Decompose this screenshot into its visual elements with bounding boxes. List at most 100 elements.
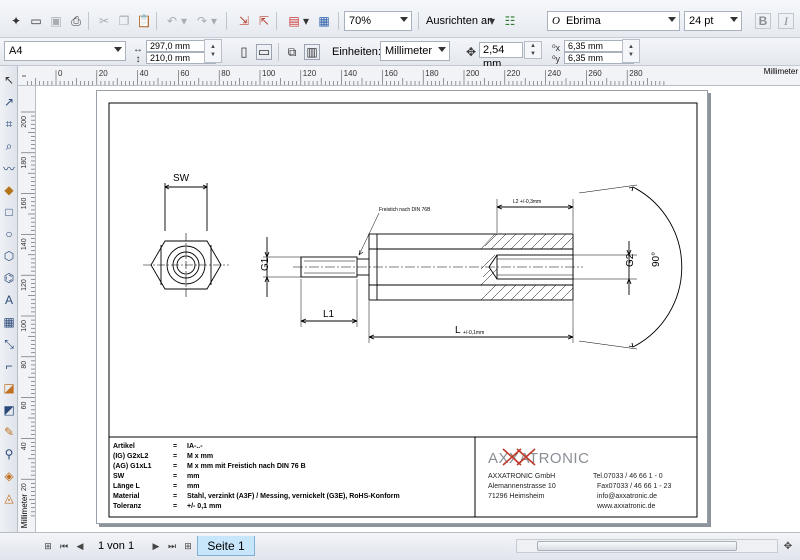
separator <box>278 43 279 61</box>
ruler-tick-label: 40 <box>140 69 149 78</box>
title-block[interactable]: Artikel = IA-..- (IG) G2xL2 = M x mm (AG… <box>109 436 697 517</box>
page-navigator: ⊞ ⏮ ◀ 1 von 1 ▶ ⏭ ⊞ Seite 1 ✥ <box>0 532 800 560</box>
ruler-tick-label: 120 <box>21 279 28 291</box>
title-row-eq: = <box>173 453 177 460</box>
last-page-icon[interactable]: ⏭ <box>166 539 178 553</box>
nudge-spinner[interactable]: ▲ ▼ <box>524 41 542 59</box>
pick-tool-icon[interactable]: ↖ <box>2 72 16 88</box>
basic-shapes-icon[interactable]: ⌬ <box>2 270 16 286</box>
ruler-tick-label: 180 <box>425 69 439 78</box>
title-row-value: M x mm <box>187 453 213 460</box>
duplicate-spinner[interactable]: ▲ ▼ <box>622 39 640 63</box>
ellipse-tool-icon[interactable]: ○ <box>2 226 16 242</box>
current-page-icon[interactable]: ▥ <box>304 44 320 60</box>
zoom-level-select[interactable]: 70% <box>344 11 412 31</box>
hex-nut-view[interactable] <box>143 183 229 299</box>
label-l1: L1 <box>323 309 335 320</box>
document-page[interactable]: SW G1 L1 L +/-0,1mm L2 +/-0,3mm Freistic… <box>96 90 708 524</box>
scrollbar-thumb[interactable] <box>537 541 737 551</box>
polygon-tool-icon[interactable]: ⬡ <box>2 248 16 264</box>
vertical-ruler-scale: 200 180 160 140 120 100 80 60 40 20 <box>21 111 35 517</box>
shape-tool-icon[interactable]: ↗ <box>2 94 16 110</box>
fill-tool-icon[interactable]: ◈ <box>2 468 16 484</box>
print-icon[interactable]: ⎙ <box>68 13 84 29</box>
ruler-tick-label: 0 <box>58 69 63 78</box>
cut-icon[interactable]: ✂ <box>96 13 112 29</box>
title-row-eq: = <box>173 473 177 480</box>
smart-fill-icon[interactable]: ◆ <box>2 182 16 198</box>
bold-button[interactable]: B <box>755 13 771 29</box>
options-icon[interactable]: ☷ <box>502 13 518 29</box>
ruler-tick-label: 60 <box>180 69 189 78</box>
outline-tool-icon[interactable]: ⚲ <box>2 446 16 462</box>
previous-page-icon[interactable]: ◀ <box>74 539 86 553</box>
text-tool-icon[interactable]: A <box>2 292 16 308</box>
publish-pdf-icon[interactable]: ▤ <box>286 13 302 29</box>
zoom-tool-icon[interactable]: ⌕ <box>2 138 16 154</box>
interactive-fill-icon[interactable]: ◬ <box>2 490 16 506</box>
units-label: Einheiten: <box>332 46 381 58</box>
title-row-eq: = <box>173 493 177 500</box>
undo-icon[interactable]: ↶ <box>164 13 180 29</box>
landscape-icon[interactable]: ▭ <box>256 44 272 60</box>
title-row-key: Toleranz <box>113 503 142 510</box>
eyedropper-tool-icon[interactable]: ✎ <box>2 424 16 440</box>
connector-tool-icon[interactable]: ⌐ <box>2 358 16 374</box>
transparency-tool-icon[interactable]: ◩ <box>2 402 16 418</box>
vertical-ruler[interactable]: 200 180 160 140 120 100 80 60 40 20 Millimeter <box>18 86 36 532</box>
freehand-tool-icon[interactable]: 〰 <box>2 160 16 176</box>
font-family-select[interactable]: O Ebrima <box>547 11 680 31</box>
navigator-icon[interactable]: ✥ <box>782 539 794 553</box>
nudge-distance-input[interactable]: 2,54 mm <box>479 42 523 70</box>
undo-dropdown-icon[interactable]: ▾ <box>180 13 188 29</box>
crop-tool-icon[interactable]: ⌗ <box>2 116 16 132</box>
export-icon[interactable]: ⇱ <box>256 13 272 29</box>
align-snap-label[interactable]: Ausrichten an <box>426 15 493 27</box>
page-size-select[interactable]: A4 <box>4 41 126 61</box>
snap-dropdown-icon[interactable]: ▾ <box>488 13 496 29</box>
title-row-value: +/- 0,1 mm <box>187 503 221 510</box>
rectangle-tool-icon[interactable]: □ <box>2 204 16 220</box>
ruler-tick-label: 100 <box>262 69 276 78</box>
publish-dropdown-icon[interactable]: ▾ <box>302 13 310 29</box>
title-row-eq: = <box>173 443 177 450</box>
next-page-icon[interactable]: ▶ <box>150 539 162 553</box>
application-launcher-icon[interactable]: ▦ <box>316 13 332 29</box>
size-spinner[interactable]: ▲ ▼ <box>204 39 222 63</box>
title-row-key: Material <box>113 493 140 500</box>
new-document-icon[interactable]: ✦ <box>8 13 24 29</box>
redo-icon[interactable]: ↷ <box>194 13 210 29</box>
ruler-tick-label: 260 <box>588 69 602 78</box>
copy-icon[interactable]: ❐ <box>116 13 132 29</box>
redo-dropdown-icon[interactable]: ▾ <box>210 13 218 29</box>
ruler-tick-label: 100 <box>21 320 28 332</box>
ruler-tick-label: 20 <box>99 69 108 78</box>
horizontal-ruler[interactable]: 2002040608010012014016018020022024026028… <box>26 66 800 86</box>
all-pages-icon[interactable]: ⧉ <box>284 44 300 60</box>
ruler-tick-label: 140 <box>21 238 28 250</box>
ruler-tick-label: 160 <box>21 198 28 210</box>
import-icon[interactable]: ⇲ <box>236 13 252 29</box>
table-tool-icon[interactable]: ▦ <box>2 314 16 330</box>
font-size-select[interactable]: 24 pt <box>684 11 742 31</box>
dimension-tool-icon[interactable]: ⤡ <box>2 336 16 352</box>
italic-button[interactable]: I <box>778 13 794 29</box>
add-page-icon[interactable]: ⊞ <box>42 539 54 553</box>
label-angle: 90° <box>651 252 662 267</box>
spacer-side-view[interactable] <box>263 184 683 350</box>
blend-tool-icon[interactable]: ◪ <box>2 380 16 396</box>
units-select[interactable]: Millimeter <box>380 41 450 61</box>
ruler-tick-label: 240 <box>548 69 562 78</box>
portrait-icon[interactable]: ▯ <box>236 44 252 60</box>
open-folder-icon[interactable]: ▭ <box>28 13 44 29</box>
page-tab[interactable]: Seite 1 <box>197 536 255 556</box>
company-street: Alemannenstrasse 10 <box>488 483 556 490</box>
paste-icon[interactable]: 📋 <box>136 13 152 29</box>
vertical-ruler-unit: Millimeter <box>20 493 29 528</box>
horizontal-scrollbar[interactable] <box>516 539 778 553</box>
save-icon[interactable]: ▣ <box>48 13 64 29</box>
company-logo: AXXATRONIC <box>488 448 589 467</box>
add-page-after-icon[interactable]: ⊞ <box>182 539 194 553</box>
drawing-canvas[interactable]: SW G1 L1 L +/-0,1mm L2 +/-0,3mm Freistic… <box>36 86 800 532</box>
first-page-icon[interactable]: ⏮ <box>58 539 70 553</box>
